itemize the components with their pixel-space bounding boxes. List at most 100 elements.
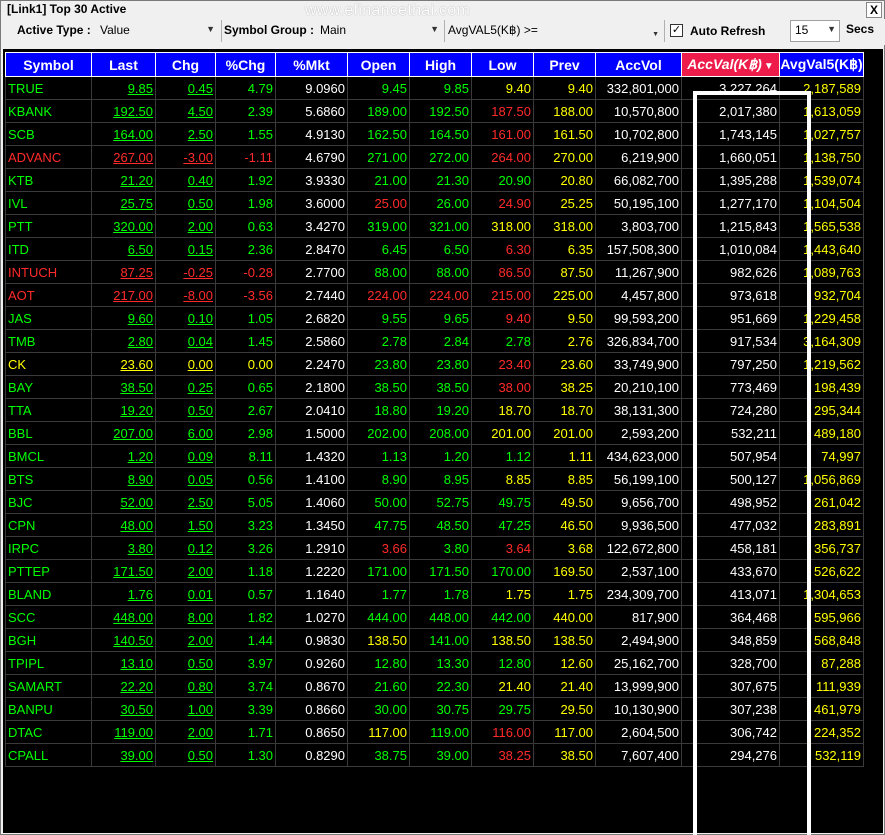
table-row[interactable]: SCC 448.00 8.00 1.82 1.0270 444.00 448.00 442.0… (5, 605, 864, 629)
table-row[interactable]: TMB 2.80 0.04 1.45 2.5860 2.78 2.84 2.78 2.76 326… (5, 329, 864, 353)
title-bar[interactable]: [Link1] Top 30 Active www.efinancethai.c… (1, 1, 884, 19)
col-header-symbol[interactable]: Symbol (5, 52, 92, 77)
table-row[interactable]: INTUCH 87.25 -0.25 -0.28 2.7700 88.00 88.00 86.… (5, 260, 864, 284)
cell-symbol[interactable]: PTT (5, 214, 92, 238)
cell-symbol[interactable]: CK (5, 352, 92, 376)
col-header-accval-sorted[interactable]: AccVal(K฿) ▼ (681, 52, 780, 77)
table-row[interactable]: BLAND 1.76 0.01 0.57 1.1640 1.77 1.78 1.75 1.75 2… (5, 582, 864, 606)
col-header-high[interactable]: High (409, 52, 472, 77)
cell-low: 12.80 (471, 651, 534, 675)
auto-refresh-checkbox[interactable]: ✓ (670, 24, 683, 37)
cell-symbol[interactable]: SAMART (5, 674, 92, 698)
avgval-filter-input[interactable]: ▼ (547, 21, 662, 41)
table-row[interactable]: ADVANC 267.00 -3.00 -1.11 4.6790 271.00 272.00… (5, 145, 864, 169)
table-row[interactable]: SAMART 22.20 0.80 3.74 0.8670 21.60 22.30 21.40… (5, 674, 864, 698)
cell-chg: 0.04 (155, 329, 216, 353)
cell-symbol[interactable]: PTTEP (5, 559, 92, 583)
cell-symbol[interactable]: SCB (5, 122, 92, 146)
close-button[interactable]: X (866, 2, 882, 18)
cell-symbol[interactable]: JAS (5, 306, 92, 330)
table-row[interactable]: KBANK 192.50 4.50 2.39 5.6860 189.00 192.50 187… (5, 99, 864, 123)
cell-pmkt: 0.8670 (275, 674, 348, 698)
cell-avgval5: 198,439 (779, 375, 864, 399)
table-row[interactable]: IVL 25.75 0.50 1.98 3.6000 25.00 26.00 24.90 25.… (5, 191, 864, 215)
cell-symbol[interactable]: CPALL (5, 743, 92, 767)
cell-accvol: 10,570,800 (595, 99, 682, 123)
table-row[interactable]: BJC 52.00 2.50 5.05 1.4060 50.00 52.75 49.75 49.… (5, 490, 864, 514)
table-row[interactable]: AOT 217.00 -8.00 -3.56 2.7440 224.00 224.00 215… (5, 283, 864, 307)
cell-symbol[interactable]: BBL (5, 421, 92, 445)
table-row[interactable]: CK 23.60 0.00 0.00 2.2470 23.80 23.80 23.40 23.6… (5, 352, 864, 376)
table-row[interactable]: JAS 9.60 0.10 1.05 2.6820 9.55 9.65 9.40 9.50 99,… (5, 306, 864, 330)
cell-symbol[interactable]: KBANK (5, 99, 92, 123)
col-header-prev[interactable]: Prev (533, 52, 596, 77)
cell-symbol[interactable]: TMB (5, 329, 92, 353)
col-header-open[interactable]: Open (347, 52, 410, 77)
cell-symbol[interactable]: AOT (5, 283, 92, 307)
table-row[interactable]: BMCL 1.20 0.09 8.11 1.4320 1.13 1.20 1.12 1.11 43… (5, 444, 864, 468)
cell-last: 140.50 (91, 628, 156, 652)
table-row[interactable]: BTS 8.90 0.05 0.56 1.4100 8.90 8.95 8.85 8.85 56,… (5, 467, 864, 491)
cell-open: 88.00 (347, 260, 410, 284)
table-row[interactable]: BBL 207.00 6.00 2.98 1.5000 202.00 208.00 201.0… (5, 421, 864, 445)
table-row[interactable]: ITD 6.50 0.15 2.36 2.8470 6.45 6.50 6.30 6.35 157… (5, 237, 864, 261)
cell-open: 25.00 (347, 191, 410, 215)
table-row[interactable]: DTAC 119.00 2.00 1.71 0.8650 117.00 119.00 116.… (5, 720, 864, 744)
cell-symbol[interactable]: CPN (5, 513, 92, 537)
col-header-chg[interactable]: Chg (155, 52, 216, 77)
table-row[interactable]: SCB 164.00 2.50 1.55 4.9130 162.50 164.50 161.0… (5, 122, 864, 146)
cell-pchg: 5.05 (215, 490, 276, 514)
cell-symbol[interactable]: KTB (5, 168, 92, 192)
cell-accvol: 66,082,700 (595, 168, 682, 192)
cell-symbol[interactable]: TRUE (5, 76, 92, 100)
cell-avgval5: 261,042 (779, 490, 864, 514)
table-row[interactable]: PTT 320.00 2.00 0.63 3.4270 319.00 321.00 318.0… (5, 214, 864, 238)
col-header-last[interactable]: Last (91, 52, 156, 77)
cell-last: 3.80 (91, 536, 156, 560)
cell-symbol[interactable]: BTS (5, 467, 92, 491)
col-header-pchg[interactable]: %Chg (215, 52, 276, 77)
cell-symbol[interactable]: INTUCH (5, 260, 92, 284)
cell-symbol[interactable]: ITD (5, 237, 92, 261)
cell-chg: 0.00 (155, 352, 216, 376)
cell-symbol[interactable]: BGH (5, 628, 92, 652)
cell-symbol[interactable]: IRPC (5, 536, 92, 560)
toolbar: Active Type : Value ▼ Symbol Group : Mai… (2, 19, 885, 45)
cell-low: 20.90 (471, 168, 534, 192)
cell-last: 22.20 (91, 674, 156, 698)
cell-accvol: 99,593,200 (595, 306, 682, 330)
table-row[interactable]: PTTEP 171.50 2.00 1.18 1.2220 171.00 171.50 170… (5, 559, 864, 583)
cell-accvol: 817,900 (595, 605, 682, 629)
col-header-pmkt[interactable]: %Mkt (275, 52, 348, 77)
table-row[interactable]: IRPC 3.80 0.12 3.26 1.2910 3.66 3.80 3.64 3.68 12… (5, 536, 864, 560)
symbol-group-select[interactable]: Main ▼ (316, 21, 442, 41)
table-row[interactable]: TRUE 9.85 0.45 4.79 9.0960 9.45 9.85 9.40 9.40 33… (5, 76, 864, 100)
cell-accvol: 50,195,100 (595, 191, 682, 215)
cell-symbol[interactable]: IVL (5, 191, 92, 215)
table-row[interactable]: TTA 19.20 0.50 2.67 2.0410 18.80 19.20 18.70 18.… (5, 398, 864, 422)
table-row[interactable]: CPN 48.00 1.50 3.23 1.3450 47.75 48.50 47.25 46.… (5, 513, 864, 537)
cell-pmkt: 0.9260 (275, 651, 348, 675)
cell-symbol[interactable]: BMCL (5, 444, 92, 468)
refresh-interval-select[interactable]: 15 ▼ (790, 20, 840, 42)
cell-symbol[interactable]: BANPU (5, 697, 92, 721)
table-row[interactable]: TPIPL 13.10 0.50 3.97 0.9260 12.80 13.30 12.80 1… (5, 651, 864, 675)
active-type-select[interactable]: Value ▼ (96, 21, 218, 41)
cell-symbol[interactable]: SCC (5, 605, 92, 629)
cell-symbol[interactable]: BJC (5, 490, 92, 514)
col-header-avgval5[interactable]: AvgVal5(K฿) (779, 52, 864, 77)
table-row[interactable]: BANPU 30.50 1.00 3.39 0.8660 30.00 30.75 29.75 2… (5, 697, 864, 721)
col-header-accvol[interactable]: AccVol (595, 52, 682, 77)
cell-symbol[interactable]: DTAC (5, 720, 92, 744)
cell-symbol[interactable]: TTA (5, 398, 92, 422)
table-row[interactable]: CPALL 39.00 0.50 1.30 0.8290 38.75 39.00 38.25 3… (5, 743, 864, 767)
cell-symbol[interactable]: ADVANC (5, 145, 92, 169)
table-row[interactable]: BGH 140.50 2.00 1.44 0.9830 138.50 141.00 138.5… (5, 628, 864, 652)
cell-symbol[interactable]: BLAND (5, 582, 92, 606)
col-header-low[interactable]: Low (471, 52, 534, 77)
table-row[interactable]: BAY 38.50 0.25 0.65 2.1800 38.50 38.50 38.00 38.… (5, 375, 864, 399)
cell-accval: 724,280 (681, 398, 780, 422)
cell-symbol[interactable]: TPIPL (5, 651, 92, 675)
table-row[interactable]: KTB 21.20 0.40 1.92 3.9330 21.00 21.30 20.90 20.… (5, 168, 864, 192)
cell-symbol[interactable]: BAY (5, 375, 92, 399)
